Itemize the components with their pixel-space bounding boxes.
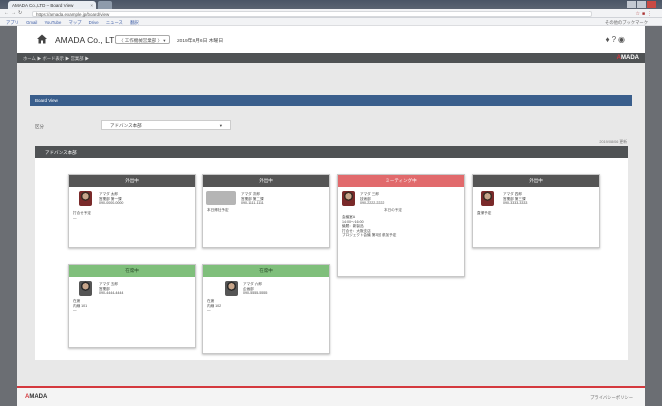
header-icons: ♦?◉ (605, 35, 627, 44)
bookmark-item[interactable]: ニュース (106, 20, 123, 25)
tab-title: AMADA Co.,LTD – Board View (12, 2, 74, 8)
staff-info: アマダ 五郎 営業部 090-4444-4444 (99, 282, 123, 296)
brand-logo: AMADA (617, 55, 639, 61)
browser-tab[interactable]: AMADA Co.,LTD – Board View × (8, 1, 96, 9)
note-line: — (73, 308, 77, 313)
sub-navigation: ホーム ▶ ボード表示 ▶ 営業部 ▶ AMADA (17, 53, 645, 63)
staff-card[interactable]: 外出中 アマダ 四郎 営業部 第三課 090-3333-3333 直帰予定 (472, 174, 600, 248)
page-footer: AMADA プライバシーポリシー (17, 386, 645, 406)
staff-card[interactable]: 外出中 アマダ 太郎 営業部 第一課 090-0000-0000 打合せ予定 — (68, 174, 196, 248)
app-header: AMADA Co., LTD 〈 工作機械営業部 〉 ▾ 2019年8月6日 木… (17, 26, 645, 53)
note-line: — (207, 308, 211, 313)
chevron-down-icon: ▾ (219, 123, 222, 128)
panel-header: アドバンス本部 (35, 146, 628, 158)
reload-icon[interactable]: ↻ (18, 10, 24, 16)
extension-icons: ☆■⋮ (635, 11, 654, 17)
staff-card[interactable]: 在席中 アマダ 六郎 企画部 090-5555-5555 在席 内線 102 — (202, 264, 330, 354)
staff-phone: 090-5555-5555 (243, 291, 268, 296)
status-header: 外出中 (203, 175, 329, 187)
schedule-banner: 本日の予定 (384, 208, 402, 212)
footer-logo: AMADA (25, 394, 47, 400)
status-header: 外出中 (473, 175, 599, 187)
other-bookmarks[interactable]: その他のブックマーク (605, 20, 648, 26)
forward-icon[interactable]: → (11, 10, 18, 16)
staff-phone: 090-0000-0000 (99, 201, 124, 206)
avatar (481, 191, 494, 206)
avatar (79, 281, 92, 296)
close-window-button[interactable] (647, 1, 656, 8)
new-tab-button[interactable] (98, 1, 112, 9)
nav-buttons: ←→↻ (4, 10, 24, 16)
minimize-button[interactable] (627, 1, 636, 8)
browser-tab-bar: AMADA Co.,LTD – Board View × (0, 0, 662, 9)
bookmarks-bar: アプリ Gmail YouTube マップ Drive ニュース 翻訳 その他の… (0, 18, 662, 26)
status-header: ミーティング中 (338, 175, 464, 187)
company-name: AMADA Co., LTD (55, 35, 121, 45)
staff-info: アマダ 四郎 営業部 第三課 090-3333-3333 (503, 192, 527, 206)
tab-close-icon[interactable]: × (90, 3, 93, 8)
bookmark-item[interactable]: YouTube (44, 20, 61, 25)
address-bar: ←→↻ https://amada.example.jp/board/view … (0, 9, 662, 18)
maximize-button[interactable] (637, 1, 646, 8)
bookmark-item[interactable]: 翻訳 (130, 20, 139, 25)
department-select[interactable]: 〈 工作機械営業部 〉 ▾ (115, 35, 170, 44)
staff-phone: 090-4444-4444 (99, 291, 124, 296)
avatar (225, 281, 238, 296)
staff-notes: 在席 内線 102 — (207, 299, 221, 313)
user-icon[interactable]: ◉ (618, 35, 627, 44)
staff-phone: 090-1111-1111 (241, 201, 264, 206)
current-date: 2019年8月6日 木曜日 (177, 38, 224, 44)
staff-notes: 本日帰社予定 (207, 208, 229, 213)
staff-notes: 打合せ予定 — (73, 211, 91, 220)
division-select[interactable]: アドバンス本部 ▾ (101, 120, 231, 130)
staff-notes: 直帰予定 (477, 211, 491, 216)
staff-card[interactable]: 在席中 アマダ 五郎 営業部 090-4444-4444 在席 内線 101 — (68, 264, 196, 348)
staff-phone: 090-3333-3333 (503, 201, 528, 206)
staff-notes: 在席 内線 101 — (73, 299, 87, 313)
bookmark-item[interactable]: アプリ (6, 20, 19, 25)
note-line: 直帰予定 (477, 211, 492, 215)
section-header: Board View (30, 95, 632, 106)
staff-phone: 090-2222-2222 (360, 201, 385, 206)
board-panel: アドバンス本部 外出中 アマダ 太郎 営業部 第一課 090-0000-0000… (35, 146, 628, 360)
url-input[interactable]: https://amada.example.jp/board/view (32, 10, 592, 17)
status-header: 外出中 (69, 175, 195, 187)
avatar-placeholder (206, 191, 236, 205)
staff-info: アマダ 三郎 技術部 090-2222-2222 (360, 192, 384, 206)
section-title: Board View (35, 98, 58, 103)
menu-icon[interactable]: ⋮ (647, 11, 654, 17)
note-line: プロジェクト会議 第3回 参加予定 (342, 233, 397, 238)
bookmark-item[interactable]: Drive (89, 20, 99, 25)
footer-logo-text: MADA (29, 394, 48, 400)
note-line: 本日帰社予定 (207, 208, 229, 212)
staff-info: アマダ 六郎 企画部 090-5555-5555 (243, 282, 267, 296)
home-icon[interactable] (37, 34, 47, 44)
bookmark-item[interactable]: マップ (69, 20, 82, 25)
brand-text: MADA (621, 54, 639, 61)
window-controls (626, 1, 656, 8)
note-line: — (73, 215, 77, 220)
bookmark-item[interactable]: Gmail (26, 20, 37, 25)
back-icon[interactable]: ← (4, 10, 11, 16)
panel-title: アドバンス本部 (45, 149, 77, 155)
avatar (342, 191, 355, 206)
staff-card[interactable]: ミーティング中 アマダ 三郎 技術部 090-2222-2222 本日の予定 会… (337, 174, 465, 277)
status-header: 在席中 (203, 265, 329, 277)
breadcrumb[interactable]: ホーム ▶ ボード表示 ▶ 営業部 ▶ (23, 56, 89, 62)
note-line: 打合せ予定 (73, 211, 91, 215)
filter-label: 区分 (35, 124, 44, 129)
privacy-link[interactable]: プライバシーポリシー (590, 395, 633, 401)
update-note: 2019/08/06 更新 (599, 140, 627, 144)
status-header: 在席中 (69, 265, 195, 277)
staff-notes: 会議室A 14:00〜16:00 議題：新製品 打合せ：大阪支店 プロジェクト会… (342, 215, 396, 238)
staff-info: アマダ 太郎 営業部 第一課 090-0000-0000 (99, 192, 123, 206)
division-select-value: アドバンス本部 (110, 123, 142, 128)
staff-info: アマダ 次郎 営業部 第二課 090-1111-1111 (241, 192, 264, 206)
staff-card[interactable]: 外出中 アマダ 次郎 営業部 第二課 090-1111-1111 本日帰社予定 (202, 174, 330, 248)
avatar (79, 191, 92, 206)
